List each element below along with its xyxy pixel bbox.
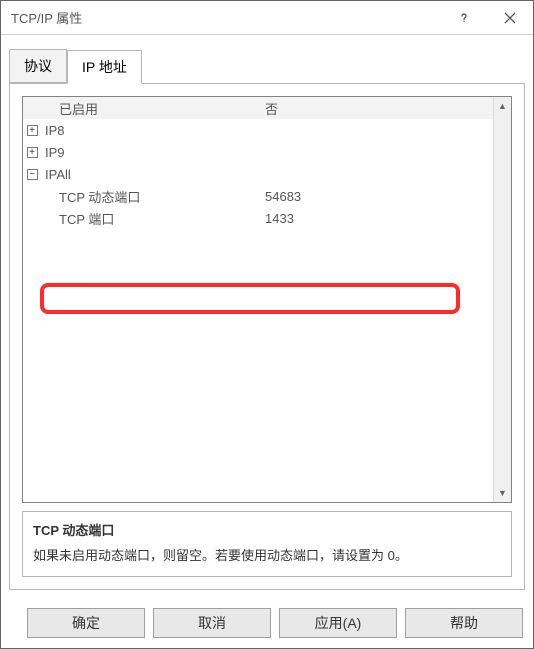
property-grid-body: 已启用 否 + IP8 + IP9 [23, 97, 493, 502]
chevron-down-icon: ▼ [498, 488, 507, 498]
row-enabled-value[interactable]: 否 [261, 99, 493, 118]
question-icon [458, 12, 470, 24]
help-button[interactable]: 帮助 [405, 608, 523, 638]
ok-button[interactable]: 确定 [27, 608, 145, 638]
dialog-window: TCP/IP 属性 协议 IP 地址 已启用 否 [0, 0, 534, 649]
group-ip9[interactable]: + IP9 [23, 141, 493, 163]
row-tcp-dynamic-port[interactable]: TCP 动态端口 54683 [23, 185, 493, 207]
expand-icon[interactable]: + [27, 125, 38, 136]
help-titlebar-button[interactable] [441, 1, 487, 35]
group-ip8-label: IP8 [41, 123, 261, 138]
property-grid: 已启用 否 + IP8 + IP9 [22, 96, 512, 503]
row-dynport-value[interactable]: 54683 [261, 189, 493, 204]
expand-icon[interactable]: + [27, 147, 38, 158]
row-tcpport-label: TCP 端口 [41, 209, 261, 228]
tab-panel: 已启用 否 + IP8 + IP9 [9, 83, 525, 590]
scroll-down-button[interactable]: ▼ [494, 484, 511, 502]
row-tcp-port[interactable]: TCP 端口 1433 [23, 207, 493, 229]
group-ipall-label: IPAll [41, 167, 261, 182]
tab-protocol[interactable]: 协议 [9, 49, 67, 83]
description-body: 如果未启用动态端口，则留空。若要使用动态端口，请设置为 0。 [33, 545, 501, 564]
row-enabled[interactable]: 已启用 否 [23, 97, 493, 119]
chevron-up-icon: ▲ [498, 101, 507, 111]
group-ipall[interactable]: − IPAll [23, 163, 493, 185]
collapse-icon[interactable]: − [27, 169, 38, 180]
scroll-up-button[interactable]: ▲ [494, 97, 511, 115]
group-ip9-label: IP9 [41, 145, 261, 160]
tab-strip: 协议 IP 地址 [9, 49, 525, 83]
close-titlebar-button[interactable] [487, 1, 533, 35]
vertical-scrollbar[interactable]: ▲ ▼ [493, 97, 511, 502]
tab-ip-address[interactable]: IP 地址 [67, 50, 142, 84]
cancel-button[interactable]: 取消 [153, 608, 271, 638]
titlebar: TCP/IP 属性 [1, 1, 533, 35]
scroll-track[interactable] [494, 115, 511, 484]
row-enabled-label: 已启用 [41, 99, 261, 118]
group-ip8[interactable]: + IP8 [23, 119, 493, 141]
row-tcpport-value[interactable]: 1433 [261, 211, 493, 226]
close-icon [504, 12, 516, 24]
dialog-buttons: 确定 取消 应用(A) 帮助 [1, 598, 533, 648]
description-title: TCP 动态端口 [33, 520, 501, 539]
dialog-body: 协议 IP 地址 已启用 否 + IP8 [1, 35, 533, 598]
apply-button[interactable]: 应用(A) [279, 608, 397, 638]
description-panel: TCP 动态端口 如果未启用动态端口，则留空。若要使用动态端口，请设置为 0。 [22, 511, 512, 577]
row-dynport-label: TCP 动态端口 [41, 187, 261, 206]
window-title: TCP/IP 属性 [11, 8, 82, 27]
